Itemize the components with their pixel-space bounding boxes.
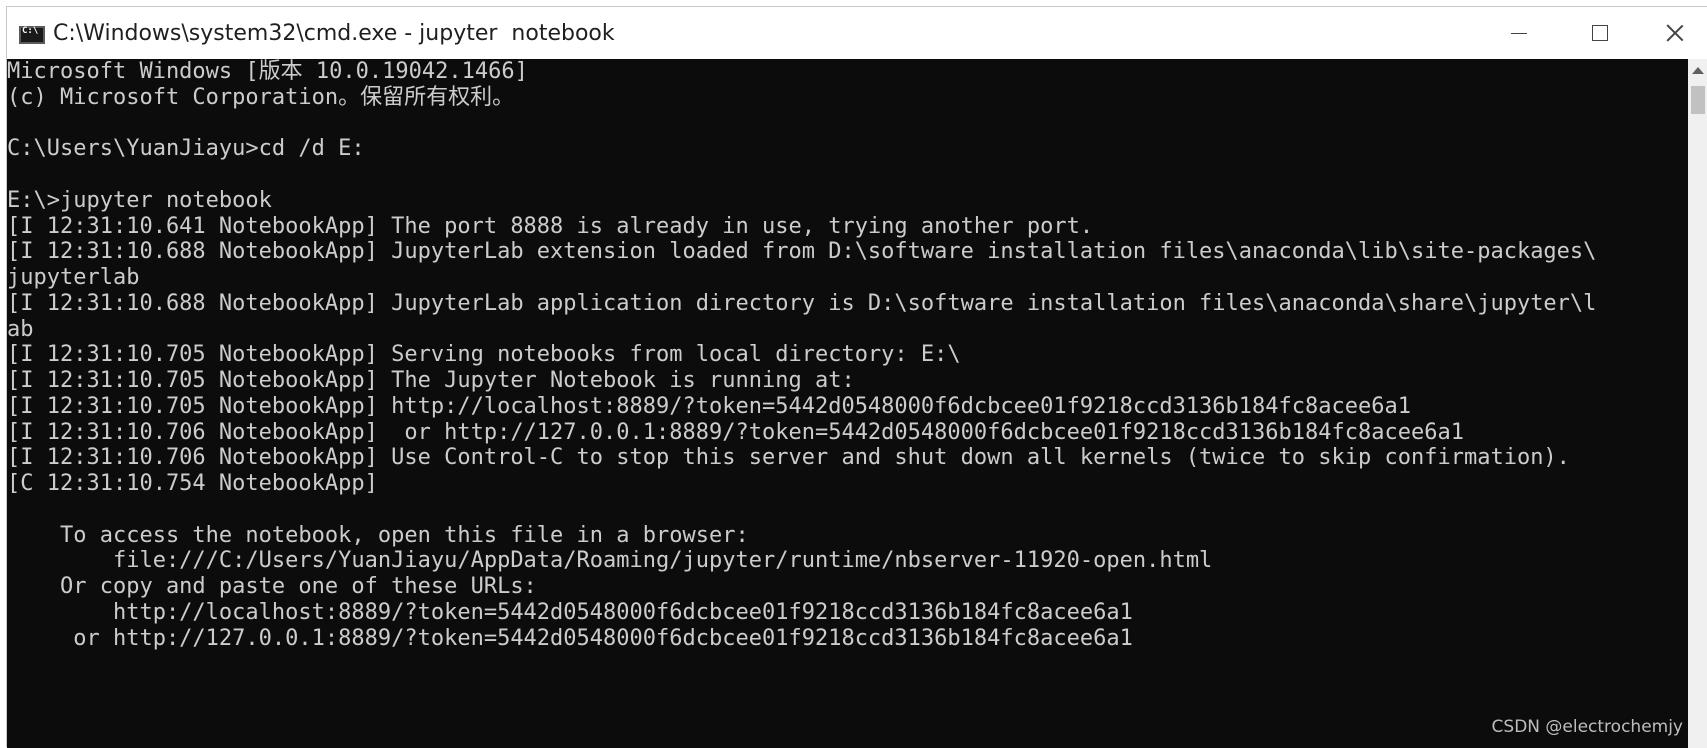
console-line: file:///C:/Users/YuanJiayu/AppData/Roami… [7,548,1213,574]
cmd-icon[interactable] [19,26,45,44]
console-output[interactable]: Microsoft Windows [版本 10.0.19042.1466] (c… [7,59,1688,748]
console-line: [I 12:31:10.688 NotebookApp] JupyterLab … [7,290,1597,316]
console-line: C:\Users\YuanJiayu>cd /d E: [7,136,365,162]
console-text: Microsoft Windows [版本 10.0.19042.1466] (c… [7,59,1596,651]
vertical-scrollbar[interactable] [1688,59,1707,748]
console-line: [C 12:31:10.754 NotebookApp] [7,471,378,496]
scroll-up-button[interactable] [1688,59,1707,81]
cmd-window: C:\Windows\system32\cmd.exe - jupyter no… [6,6,1707,748]
maximize-button[interactable] [1560,7,1640,59]
scroll-thumb[interactable] [1691,86,1705,114]
maximize-icon [1592,25,1608,41]
console-line: jupyterlab [7,265,140,290]
console-line: To access the notebook, open this file i… [7,522,749,548]
console-line: http://localhost:8889/?token=5442d054800… [7,599,1133,625]
console-line: [I 12:31:10.705 NotebookApp] Serving not… [7,342,961,368]
window-title: C:\Windows\system32\cmd.exe - jupyter no… [53,21,615,46]
console-line: [I 12:31:10.706 NotebookApp] Use Control… [7,445,1570,471]
watermark: CSDN @electrochemjy [1491,717,1683,737]
console-line: Or copy and paste one of these URLs: [7,574,537,599]
minimize-button[interactable] [1479,7,1559,59]
console-line: or http://127.0.0.1:8889/?token=5442d054… [7,625,1133,651]
console-line: E:\>jupyter notebook [7,187,272,213]
console-line: [I 12:31:10.688 NotebookApp] JupyterLab … [7,239,1597,265]
close-icon [1666,24,1684,42]
close-button[interactable] [1641,7,1707,59]
console-line: (c) Microsoft Corporation。保留所有权利。 [7,84,515,110]
title-bar[interactable]: C:\Windows\system32\cmd.exe - jupyter no… [7,7,1707,59]
console-line: [I 12:31:10.705 NotebookApp] The Jupyter… [7,368,855,393]
console-line: ab [7,316,34,342]
console-line: [I 12:31:10.705 NotebookApp] http://loca… [7,393,1411,419]
scroll-up-arrow-icon [1692,66,1704,74]
minimize-icon [1511,32,1527,34]
console-line: Microsoft Windows [版本 10.0.19042.1466] [7,59,528,84]
console-line: [I 12:31:10.706 NotebookApp] or http://1… [7,419,1464,445]
console-line: [I 12:31:10.641 NotebookApp] The port 88… [7,213,1094,239]
